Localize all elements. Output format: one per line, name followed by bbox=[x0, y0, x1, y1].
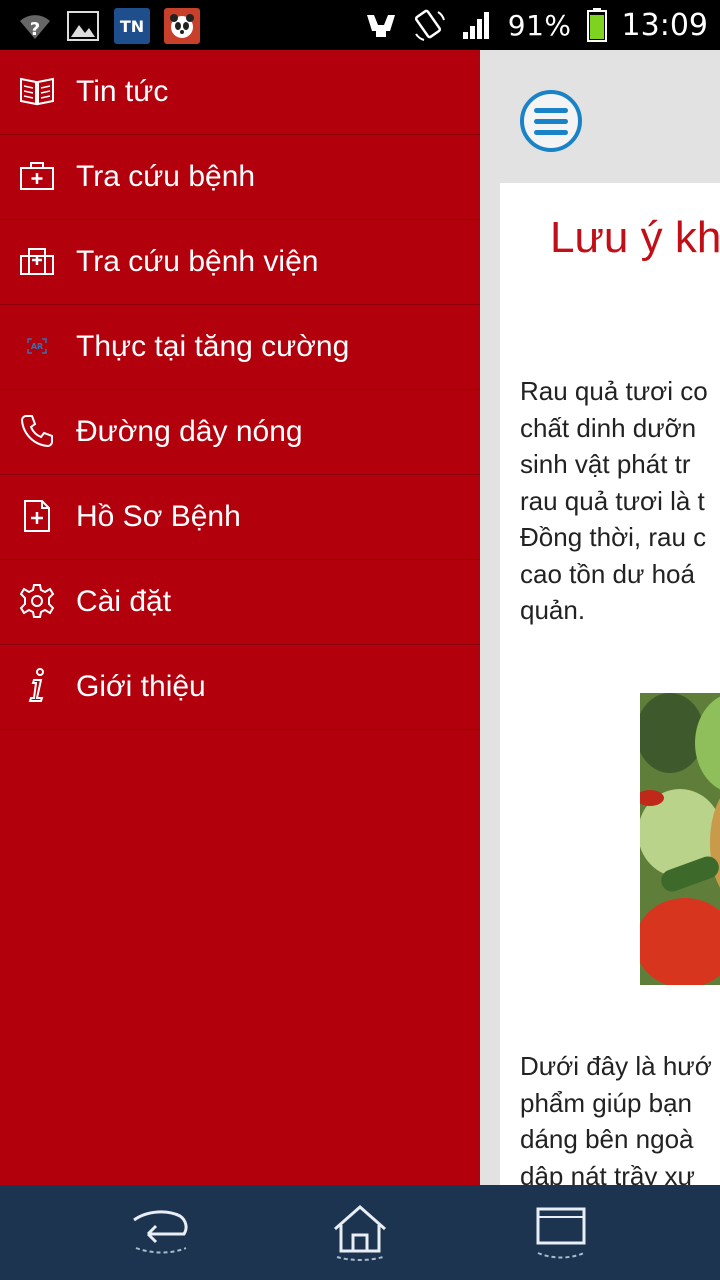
drawer-item-ho-so-benh[interactable]: Hồ Sơ Bệnh bbox=[0, 475, 480, 560]
wifi-question-icon: ? bbox=[18, 9, 52, 43]
drawer-item-label: Tin tức bbox=[76, 75, 169, 108]
drawer-item-gioi-thieu[interactable]: Giới thiệu bbox=[0, 645, 480, 730]
battery-icon bbox=[586, 8, 608, 42]
usb-debug-icon bbox=[364, 8, 398, 42]
recent-apps-button[interactable] bbox=[526, 1199, 596, 1265]
paragraph-line: Đồng thời, rau c bbox=[520, 522, 707, 552]
paragraph-line: phẩm giúp bạn bbox=[520, 1087, 693, 1118]
ar-icon: AR bbox=[18, 327, 56, 365]
paragraph-line: chất dinh dưỡn bbox=[520, 412, 697, 443]
panda-app-icon bbox=[164, 8, 200, 44]
navigation-drawer: Tin tức Tra cứu bệnh Tra cứu bệnh viện A… bbox=[0, 50, 480, 1185]
paragraph-line: sinh vật phát tr bbox=[520, 449, 691, 479]
window-icon bbox=[536, 1207, 586, 1259]
article-paragraph: Dưới đây là hướ phẩm giúp bạn dáng bên n… bbox=[520, 1048, 720, 1185]
phone-icon bbox=[18, 412, 56, 450]
clock: 13:09 bbox=[621, 7, 708, 43]
tn-app-label: TN bbox=[119, 16, 145, 36]
paragraph-line: Rau quả tươi co bbox=[520, 376, 708, 406]
bottom-navigation-bar bbox=[0, 1185, 720, 1280]
drawer-item-label: Thực tại tăng cường bbox=[76, 330, 350, 363]
drawer-item-tra-cuu-benh-vien[interactable]: Tra cứu bệnh viện bbox=[0, 220, 480, 305]
menu-icon-bar bbox=[534, 129, 568, 135]
drawer-item-label: Giới thiệu bbox=[76, 670, 206, 703]
article-card: Lưu ý kh Rau quả tươi co chất dinh dưỡn … bbox=[500, 183, 720, 1185]
hospital-icon bbox=[18, 242, 56, 280]
menu-button[interactable] bbox=[520, 90, 582, 152]
drawer-item-thuc-tai-tang-cuong[interactable]: AR Thực tại tăng cường bbox=[0, 305, 480, 390]
status-bar: ? TN 91% 13:09 bbox=[0, 0, 720, 50]
drawer-item-label: Đường dây nóng bbox=[76, 415, 303, 448]
home-button[interactable] bbox=[325, 1199, 395, 1265]
drawer-item-duong-day-nong[interactable]: Đường dây nóng bbox=[0, 390, 480, 475]
gear-icon bbox=[18, 582, 56, 620]
newspaper-icon bbox=[18, 72, 56, 110]
drawer-item-label: Hồ Sơ Bệnh bbox=[76, 500, 241, 533]
battery-percentage: 91% bbox=[507, 8, 572, 42]
main-content: Lưu ý kh Rau quả tươi co chất dinh dưỡn … bbox=[480, 50, 720, 1185]
paragraph-line: cao tồn dư hoá bbox=[520, 558, 695, 589]
gallery-icon bbox=[66, 9, 100, 43]
medical-kit-icon bbox=[18, 157, 56, 195]
vegetable-image bbox=[640, 693, 720, 985]
paragraph-line: rau quả tươi là t bbox=[520, 485, 705, 516]
drawer-item-label: Cài đặt bbox=[76, 585, 172, 618]
article-title: Lưu ý kh bbox=[550, 213, 720, 262]
menu-icon-bar bbox=[534, 107, 568, 113]
paragraph-line: Dưới đây là hướ bbox=[520, 1051, 712, 1081]
paragraph-line: dáng bên ngoà bbox=[520, 1124, 694, 1154]
drawer-item-label: Tra cứu bệnh bbox=[76, 160, 256, 193]
drawer-item-tra-cuu-benh[interactable]: Tra cứu bệnh bbox=[0, 135, 480, 220]
menu-icon-bar bbox=[534, 118, 568, 124]
signal-icon bbox=[460, 8, 494, 42]
rotation-icon bbox=[412, 8, 446, 42]
tn-app-icon: TN bbox=[114, 8, 150, 44]
medical-record-icon bbox=[18, 497, 56, 535]
article-paragraph: Rau quả tươi co chất dinh dưỡn sinh vật … bbox=[520, 373, 720, 629]
drawer-item-cai-dat[interactable]: Cài đặt bbox=[0, 560, 480, 645]
home-icon bbox=[334, 1205, 386, 1261]
back-icon bbox=[133, 1210, 188, 1254]
drawer-item-label: Tra cứu bệnh viện bbox=[76, 245, 319, 278]
notification-icons: ? TN bbox=[18, 8, 200, 44]
svg-text:?: ? bbox=[30, 19, 40, 40]
paragraph-line: quản. bbox=[520, 595, 586, 625]
paragraph-line: dập nát trầy xư bbox=[520, 1160, 695, 1186]
info-icon bbox=[18, 667, 56, 705]
back-button[interactable] bbox=[126, 1199, 196, 1265]
drawer-item-tin-tuc[interactable]: Tin tức bbox=[0, 50, 480, 135]
system-icons: 91% 13:09 bbox=[364, 6, 708, 44]
svg-text:AR: AR bbox=[31, 342, 43, 351]
